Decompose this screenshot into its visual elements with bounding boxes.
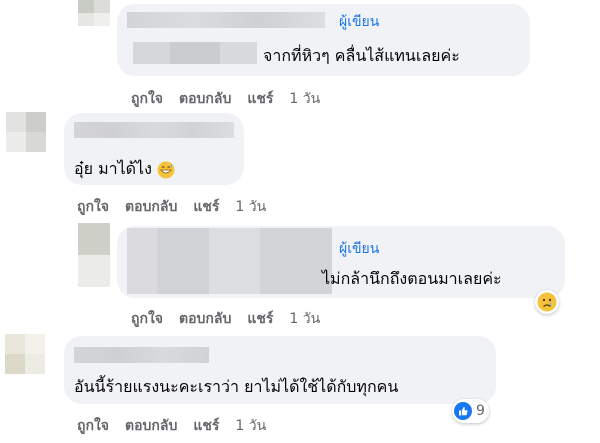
grinning-sweat-face-icon	[157, 161, 175, 178]
share-link[interactable]: แชร์	[247, 91, 273, 107]
avatar[interactable]	[5, 334, 45, 374]
reaction-summary[interactable]: 9	[452, 399, 489, 423]
like-link[interactable]: ถูกใจ	[131, 91, 163, 107]
comment-bubble: ผู้เขียน จากที่หิวๆ คลื่นไส้แทนเลยค่ะ	[117, 4, 530, 76]
blurred-author-name	[127, 228, 332, 294]
comment-actions: ถูกใจ ตอบกลับ แชร์ 1 วัน	[77, 415, 282, 437]
blurred-author-name	[74, 347, 209, 363]
timestamp[interactable]: 1 วัน	[235, 418, 266, 434]
comment-bubble: อันนี้ร้ายแรงนะคะเราว่า ยาไม่ได้ใช้ได้กั…	[64, 336, 496, 404]
sad-face-icon	[537, 292, 557, 312]
share-link[interactable]: แชร์	[247, 311, 273, 327]
avatar[interactable]	[78, 0, 110, 26]
timestamp[interactable]: 1 วัน	[235, 199, 266, 215]
comment-text: ไม่กล้านึกถึงตอนมาเลยค่ะ	[322, 269, 502, 288]
comment-actions: ถูกใจ ตอบกลับ แชร์ 1 วัน	[131, 88, 336, 110]
like-link[interactable]: ถูกใจ	[77, 199, 109, 215]
comment-text: อันนี้ร้ายแรงนะคะเราว่า ยาไม่ได้ใช้ได้กั…	[74, 377, 399, 396]
reply-link[interactable]: ตอบกลับ	[125, 199, 177, 215]
blurred-author-name	[74, 122, 234, 138]
comment-actions: ถูกใจ ตอบกลับ แชร์ 1 วัน	[77, 196, 282, 218]
emoji-reaction[interactable]	[535, 290, 559, 314]
author-badge[interactable]: ผู้เขียน	[339, 11, 379, 33]
comment-text: จากที่หิวๆ คลื่นไส้แทนเลยค่ะ	[263, 46, 460, 65]
share-link[interactable]: แชร์	[193, 199, 219, 215]
share-link[interactable]: แชร์	[193, 418, 219, 434]
author-badge[interactable]: ผู้เขียน	[339, 238, 379, 260]
like-icon	[454, 402, 472, 420]
comment-bubble: อุ๋ย มาได้ไง	[64, 113, 244, 185]
blurred-author-name	[127, 12, 325, 28]
comment-text: อุ๋ย มาได้ไง	[74, 157, 175, 182]
reply-link[interactable]: ตอบกลับ	[179, 311, 231, 327]
avatar[interactable]	[78, 223, 110, 287]
comment-actions: ถูกใจ ตอบกลับ แชร์ 1 วัน	[131, 308, 336, 330]
blurred-mention	[133, 42, 257, 64]
timestamp[interactable]: 1 วัน	[289, 311, 320, 327]
like-link[interactable]: ถูกใจ	[131, 311, 163, 327]
avatar[interactable]	[6, 112, 46, 152]
reply-link[interactable]: ตอบกลับ	[179, 91, 231, 107]
comment-bubble: ผู้เขียน ไม่กล้านึกถึงตอนมาเลยค่ะ	[117, 226, 565, 298]
reply-link[interactable]: ตอบกลับ	[125, 418, 177, 434]
like-link[interactable]: ถูกใจ	[77, 418, 109, 434]
timestamp[interactable]: 1 วัน	[289, 91, 320, 107]
reaction-count: 9	[476, 403, 485, 419]
